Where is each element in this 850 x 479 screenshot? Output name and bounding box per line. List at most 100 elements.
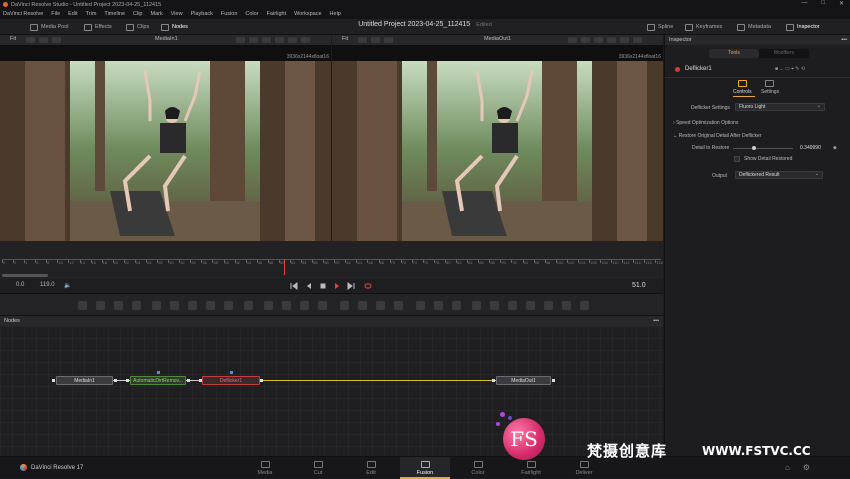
fusion-tool-icon[interactable] xyxy=(152,301,161,310)
menu-workspace[interactable]: Workspace xyxy=(294,11,321,17)
fusion-tool-icon[interactable] xyxy=(526,301,535,310)
viewer-option-icon[interactable] xyxy=(607,37,616,43)
page-deliver[interactable]: Deliver xyxy=(564,461,604,476)
fusion-tool-icon[interactable] xyxy=(472,301,481,310)
menu-clip[interactable]: Clip xyxy=(133,11,142,17)
settings-icon[interactable] xyxy=(765,80,774,87)
play-icon[interactable] xyxy=(333,282,341,290)
menu-edit[interactable]: Edit xyxy=(68,11,77,17)
viewer-option-icon[interactable] xyxy=(275,37,284,43)
fusion-tool-icon[interactable] xyxy=(452,301,461,310)
node-input-port[interactable] xyxy=(52,379,55,382)
viewer-option-icon[interactable] xyxy=(633,37,642,43)
subtab-controls[interactable]: Controls xyxy=(733,89,752,95)
page-edit[interactable]: Edit xyxy=(351,461,391,476)
fusion-tool-icon[interactable] xyxy=(544,301,553,310)
gear-icon[interactable]: ⚙ xyxy=(803,463,810,472)
page-fusion[interactable]: Fusion xyxy=(400,457,450,479)
node-editor[interactable]: MediaIn1 AutomaticDirtRemov... Deflicker… xyxy=(0,326,663,456)
controls-icon[interactable] xyxy=(738,80,747,87)
viewer-right[interactable]: 3936x2144xfloat16 xyxy=(332,45,663,241)
menu-davinci[interactable]: DaVinci Resolve xyxy=(3,11,43,17)
keyframes-button[interactable]: Keyframes xyxy=(685,22,722,32)
viewer-option-icon[interactable] xyxy=(249,37,258,43)
viewer-option-icon[interactable] xyxy=(358,37,367,43)
inspector-button[interactable]: Inspector xyxy=(786,22,820,32)
viewer-option-icon[interactable] xyxy=(384,37,393,43)
start-frame[interactable]: 0.0 xyxy=(16,282,24,288)
detail-value[interactable]: 0.349990 xyxy=(800,145,821,151)
range-scrollbar[interactable] xyxy=(2,274,48,277)
fusion-tool-icon[interactable] xyxy=(358,301,367,310)
fusion-tool-icon[interactable] xyxy=(206,301,215,310)
menu-mark[interactable]: Mark xyxy=(151,11,163,17)
fusion-tool-icon[interactable] xyxy=(132,301,141,310)
playhead[interactable] xyxy=(284,259,286,275)
page-media[interactable]: Media xyxy=(245,461,285,476)
speed-optimization-section[interactable]: › Speed Optimization Options xyxy=(673,120,738,126)
subtab-settings[interactable]: Settings xyxy=(761,89,779,95)
menu-help[interactable]: Help xyxy=(330,11,341,17)
home-icon[interactable]: ⌂ xyxy=(785,463,790,472)
fusion-tool-icon[interactable] xyxy=(562,301,571,310)
node-output-port[interactable] xyxy=(260,379,263,382)
viewer-left[interactable]: 3936x2144xfloat16 xyxy=(0,45,331,241)
maximize-button[interactable]: □ xyxy=(821,0,825,7)
node-input-port[interactable] xyxy=(126,379,129,382)
viewer-option-icon[interactable] xyxy=(236,37,245,43)
page-fairlight[interactable]: Fairlight xyxy=(511,461,551,476)
menu-fairlight[interactable]: Fairlight xyxy=(267,11,287,17)
detail-slider-track[interactable] xyxy=(733,148,793,149)
fusion-tool-icon[interactable] xyxy=(376,301,385,310)
menu-file[interactable]: File xyxy=(51,11,60,17)
fusion-tool-icon[interactable] xyxy=(416,301,425,310)
fusion-tool-icon[interactable] xyxy=(264,301,273,310)
fusion-tool-icon[interactable] xyxy=(78,301,87,310)
viewer-option-icon[interactable] xyxy=(52,37,61,43)
viewer-option-icon[interactable] xyxy=(581,37,590,43)
metadata-button[interactable]: Metadata xyxy=(737,22,771,32)
spline-button[interactable]: Spline xyxy=(647,22,673,32)
viewer-option-icon[interactable] xyxy=(371,37,380,43)
node-output-port[interactable] xyxy=(187,379,190,382)
fusion-tool-icon[interactable] xyxy=(96,301,105,310)
viewer1-fit[interactable]: Fit xyxy=(10,36,16,42)
fusion-tool-icon[interactable] xyxy=(244,301,253,310)
viewer-option-icon[interactable] xyxy=(39,37,48,43)
go-to-start-icon[interactable] xyxy=(290,282,298,290)
detail-slider-knob[interactable] xyxy=(752,146,756,150)
page-color[interactable]: Color xyxy=(458,461,498,476)
viewer-option-icon[interactable] xyxy=(594,37,603,43)
current-frame[interactable]: 51.0 xyxy=(632,282,646,289)
fusion-tool-icon[interactable] xyxy=(340,301,349,310)
fusion-tool-icon[interactable] xyxy=(508,301,517,310)
page-cut[interactable]: Cut xyxy=(298,461,338,476)
menu-fusion[interactable]: Fusion xyxy=(221,11,238,17)
fusion-tool-icon[interactable] xyxy=(224,301,233,310)
viewer-option-icon[interactable] xyxy=(262,37,271,43)
mask-input-port[interactable] xyxy=(230,371,233,374)
end-frame[interactable]: 119.0 xyxy=(40,282,55,288)
node-deflicker1[interactable]: Deflicker1 xyxy=(202,376,260,385)
fusion-tool-icon[interactable] xyxy=(188,301,197,310)
fusion-tool-icon[interactable] xyxy=(114,301,123,310)
fusion-tool-icon[interactable] xyxy=(318,301,327,310)
more-options-icon[interactable]: ••• xyxy=(653,316,659,326)
fusion-tool-icon[interactable] xyxy=(282,301,291,310)
output-dropdown[interactable]: Deflickered Result xyxy=(735,171,823,179)
tab-tools[interactable]: Tools xyxy=(709,49,759,58)
tool-header-icons[interactable]: ■ ⌄ ▭ ⌖ ✎ ⟲ xyxy=(775,66,805,72)
fusion-tool-icon[interactable] xyxy=(580,301,589,310)
node-output-port[interactable] xyxy=(552,379,555,382)
tool-enable-icon[interactable] xyxy=(675,67,680,72)
show-detail-checkbox[interactable] xyxy=(734,156,740,162)
node-output-port[interactable] xyxy=(114,379,117,382)
viewer-option-icon[interactable] xyxy=(26,37,35,43)
node-mediaout1[interactable]: MediaOut1 xyxy=(496,376,551,385)
go-to-end-icon[interactable] xyxy=(347,282,355,290)
loop-icon[interactable] xyxy=(364,282,372,290)
minimize-button[interactable]: — xyxy=(801,0,807,7)
viewer2-fit[interactable]: Fit xyxy=(342,36,348,42)
menu-color[interactable]: Color xyxy=(245,11,258,17)
tab-modifiers[interactable]: Modifiers xyxy=(759,49,809,58)
